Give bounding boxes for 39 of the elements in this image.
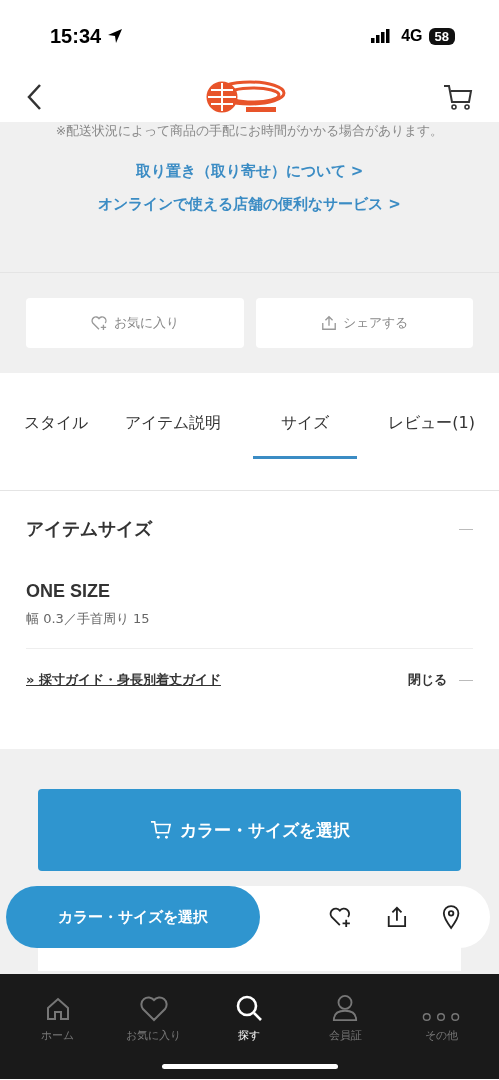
home-nav-item[interactable]: ホーム: [10, 982, 106, 1044]
size-measurements: 幅 0.3／手首周り 15: [26, 610, 473, 649]
back-icon[interactable]: [26, 83, 42, 111]
person-nav-item[interactable]: 会員証: [297, 982, 394, 1044]
search-icon: [235, 994, 264, 1022]
size-guide-link[interactable]: » 採寸ガイド・身長別着丈ガイド: [26, 671, 221, 689]
cart-icon[interactable]: [443, 83, 473, 111]
share-button[interactable]: シェアする: [255, 298, 473, 348]
battery-level: 58: [428, 27, 455, 45]
share-icon: [320, 315, 337, 331]
share-icon[interactable]: [385, 905, 408, 929]
signal-icon: [371, 29, 392, 43]
more-icon: [422, 1012, 461, 1022]
person-icon: [332, 994, 359, 1022]
tab[interactable]: スタイル: [18, 403, 94, 459]
search-nav-item[interactable]: 探す: [201, 982, 298, 1044]
close-button[interactable]: 閉じる: [408, 671, 447, 689]
location-arrow-icon: [107, 28, 124, 44]
heart-plus-icon: [90, 315, 109, 331]
home-icon: [44, 996, 71, 1022]
favorite-button[interactable]: お気に入り: [26, 298, 244, 348]
info-link[interactable]: オンラインで使える店舗の便利なサービス >: [98, 195, 401, 214]
shipping-notice: ※配送状況によって商品の手配にお時間がかかる場合があります。: [55, 123, 444, 140]
heart-plus-icon[interactable]: [328, 905, 352, 929]
status-time: 15:34: [50, 24, 102, 48]
select-color-size-button[interactable]: カラー・サイズを選択: [38, 789, 461, 871]
location-pin-icon[interactable]: [441, 904, 460, 930]
size-name: ONE SIZE: [26, 581, 111, 602]
tab[interactable]: アイテム説明: [119, 403, 228, 459]
heart-icon: [138, 996, 169, 1022]
section-title: アイテムサイズ: [26, 517, 152, 541]
tab[interactable]: レビュー(1): [382, 403, 481, 459]
info-link[interactable]: 取り置き（取り寄せ）について >: [135, 162, 364, 181]
tab[interactable]: サイズ: [252, 403, 357, 459]
select-color-size-button[interactable]: カラー・サイズを選択: [6, 886, 261, 948]
heart-nav-item[interactable]: お気に入り: [105, 982, 202, 1044]
cart-icon: [149, 820, 172, 840]
network-label: 4G: [401, 27, 423, 45]
more-nav-item[interactable]: その他: [393, 982, 489, 1044]
